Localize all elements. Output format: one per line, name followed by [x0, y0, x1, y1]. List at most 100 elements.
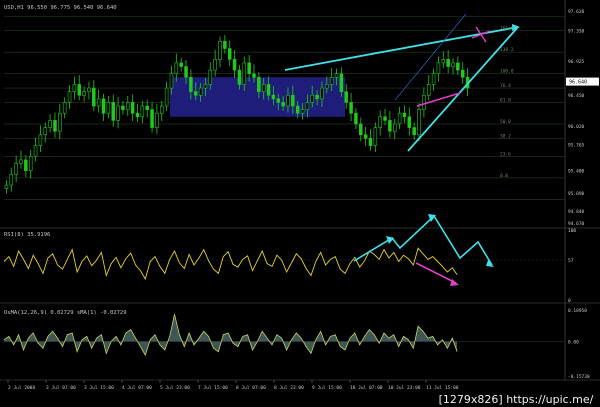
candle-body — [193, 91, 198, 96]
rsi-axis-tick-label: 100 — [568, 228, 576, 234]
candle-body — [223, 41, 227, 49]
candle-body — [232, 59, 237, 71]
candle-body — [295, 105, 300, 114]
price-axis-tick-label: 94.670 — [568, 221, 585, 227]
candle-body — [373, 127, 378, 146]
time-axis-label: 8 Jul 07:00 — [236, 385, 266, 391]
fib-label: 138.2 — [500, 47, 514, 53]
candle-body — [77, 84, 81, 96]
candle-body — [349, 102, 353, 114]
candle-body — [242, 62, 247, 85]
candle-body — [62, 102, 67, 114]
fib-label: 100.0 — [500, 69, 514, 75]
candle-body — [397, 112, 402, 125]
candle-body — [184, 66, 188, 78]
candle-body — [300, 109, 305, 114]
candle-body — [189, 76, 193, 92]
price-axis-tick-label: 96.020 — [568, 124, 585, 130]
osma-panel — [3, 314, 458, 357]
candle-body — [155, 112, 159, 128]
candle-body — [135, 112, 140, 118]
candle-body — [106, 102, 111, 114]
candle-body — [9, 173, 14, 186]
osma-axis-tick-label: -0.15730 — [568, 374, 590, 380]
candle-body — [359, 123, 363, 136]
price-axis-tick-label: 94.840 — [568, 209, 585, 215]
fib-label: 161.8 — [500, 26, 514, 32]
candle-body — [92, 87, 96, 107]
price-axis-tick-label: 95.090 — [568, 191, 585, 197]
candle-body — [446, 59, 450, 67]
fib-label: 0.0 — [500, 173, 508, 179]
candle-body — [261, 84, 266, 92]
watermark-badge: [1279x826] https://upic.me/ — [432, 392, 600, 407]
candle-body — [257, 76, 261, 92]
candle-body — [160, 105, 164, 114]
price-axis-tick-label: 96.925 — [568, 59, 585, 65]
candle-body — [363, 134, 368, 139]
candle-body — [67, 91, 72, 103]
candle-body — [101, 98, 106, 114]
chart-root: 161.8 138.2 100.0 76.4 61.8 50.0 38.2 23.6 0.0 97… — [0, 0, 600, 391]
candle-body — [111, 102, 115, 121]
candle-body — [305, 102, 310, 110]
candle-body — [320, 87, 324, 100]
candle-body — [252, 73, 256, 78]
channel-line — [394, 13, 467, 101]
candle-body — [43, 127, 48, 136]
fib-label: 61.8 — [500, 97, 511, 103]
candle-body — [344, 91, 348, 103]
candle-body — [126, 102, 130, 110]
candle-body — [247, 62, 251, 74]
candle-body — [164, 87, 169, 107]
candle-body — [227, 48, 232, 60]
candle-body — [412, 127, 416, 136]
candle-body — [24, 159, 28, 171]
rsi-divergence-line — [415, 262, 457, 284]
time-axis-label: 9 Jul 15:00 — [312, 385, 342, 391]
fib-label: 23.6 — [500, 151, 511, 157]
candle-body — [87, 87, 91, 92]
candle-body — [407, 116, 412, 128]
candle-body — [281, 102, 285, 107]
candle-body — [388, 120, 392, 132]
candle-body — [368, 138, 373, 146]
time-axis-label: 4 Jul 07:00 — [122, 385, 152, 391]
candle-body — [354, 112, 358, 125]
rsi-line — [3, 247, 458, 281]
candle-body — [179, 62, 183, 67]
osma-axis-tick-label: 0.00 — [568, 340, 579, 346]
candle-body — [14, 163, 18, 175]
candle-body — [203, 84, 208, 89]
time-axis-label: 8 Jul 23:00 — [274, 385, 304, 391]
time-axis-label: 10 Jul 07:00 — [350, 385, 383, 391]
candle-body — [329, 76, 334, 85]
price-axis-tick-label: 95.765 — [568, 142, 585, 148]
candle-body — [460, 69, 465, 78]
candle-body — [436, 62, 441, 74]
candle-body — [58, 112, 62, 132]
candle-body — [116, 105, 120, 121]
candle-body — [451, 62, 455, 67]
candle-body — [198, 87, 203, 96]
time-axis-label: 7 Jul 15:00 — [198, 385, 228, 391]
candle-body — [130, 102, 135, 114]
candle-body — [145, 105, 149, 110]
candle-body — [378, 116, 382, 128]
fib-label: 76.4 — [500, 83, 511, 89]
candle-body — [441, 59, 446, 64]
price-axis-tick-label: 97.350 — [568, 29, 585, 35]
time-axis-label: 2 Jul 2008 — [8, 385, 35, 391]
watermark-text: [1279x826] https://upic.me/ — [438, 393, 594, 406]
candle-body — [19, 159, 23, 164]
current-price-label: 96.640 — [569, 80, 587, 86]
candle-body — [271, 94, 276, 100]
time-axis-label: 3 Jul 07:00 — [46, 385, 76, 391]
candle-body — [33, 145, 38, 157]
time-axis-label: 3 Jul 15:00 — [84, 385, 114, 391]
candle-body — [4, 184, 9, 189]
price-axis-tick-label: 97.620 — [568, 9, 585, 15]
candle-body — [291, 94, 295, 107]
candle-body — [237, 69, 242, 85]
candle-body — [456, 62, 460, 71]
